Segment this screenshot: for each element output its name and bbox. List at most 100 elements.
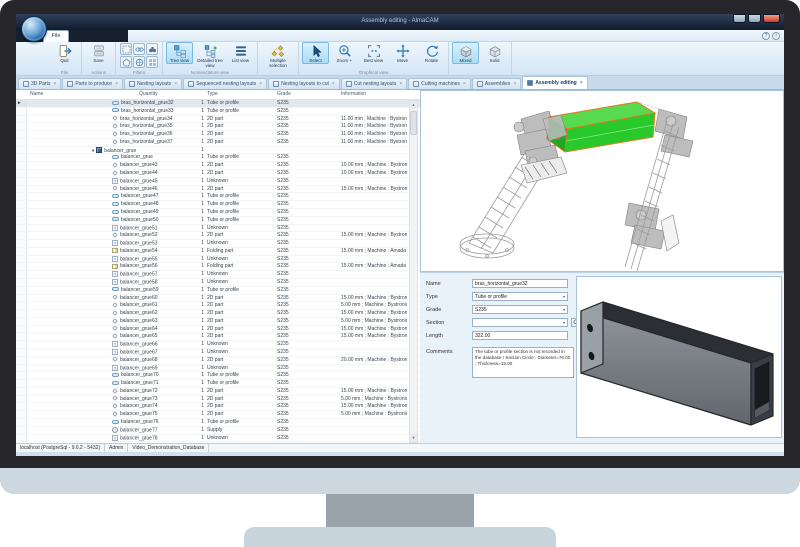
row-header-cell[interactable]	[16, 326, 27, 333]
table-row[interactable]: balancer_grue771SupplyS235	[16, 427, 420, 435]
table-row[interactable]: balancer_grue4612D partS23515.00 mm ; Ma…	[16, 186, 420, 194]
row-header-cell[interactable]	[16, 419, 27, 426]
row-header-cell[interactable]	[16, 380, 27, 387]
table-row[interactable]: balancer_grue6212D partS23515.00 mm ; Ma…	[16, 310, 420, 318]
name-field[interactable]	[472, 279, 568, 288]
table-row[interactable]: balancer_grue541Folding partS23515.00 mm…	[16, 248, 420, 256]
tab-close-icon[interactable]: ×	[332, 81, 335, 87]
table-row[interactable]: balancer_grue4312D partS23510.00 mm ; Ma…	[16, 162, 420, 170]
rotate-button[interactable]: Rotate	[418, 42, 445, 64]
row-header-cell[interactable]	[16, 271, 27, 278]
mixed-render-button[interactable]: Mixed	[452, 42, 479, 64]
row-header-cell[interactable]	[16, 349, 27, 356]
table-row[interactable]: balancer_grue761Tube or profileS235	[16, 419, 420, 427]
scroll-up-icon[interactable]: ▲	[410, 101, 417, 109]
row-header-cell[interactable]	[16, 131, 27, 138]
row-header-cell[interactable]	[16, 240, 27, 247]
maximize-button[interactable]	[748, 14, 761, 23]
part-3d-preview[interactable]	[576, 276, 782, 438]
row-header-cell[interactable]	[16, 193, 27, 200]
row-header-cell[interactable]	[16, 396, 27, 403]
list-view-button[interactable]: List view	[227, 42, 254, 64]
table-row[interactable]: ?balancer_grue691UnknownS235	[16, 365, 420, 373]
grade-select[interactable]: S235 ▾	[472, 305, 568, 314]
table-row[interactable]: ?balancer_grue571UnknownS235	[16, 271, 420, 279]
row-header-cell[interactable]	[16, 209, 27, 216]
column-header-quantity[interactable]: Quantity	[139, 91, 158, 97]
tab-close-icon[interactable]: ×	[53, 81, 56, 87]
tab-close-icon[interactable]: ×	[580, 80, 583, 86]
close-button[interactable]	[763, 14, 780, 23]
row-header-cell[interactable]	[16, 310, 27, 317]
row-header-cell[interactable]	[16, 365, 27, 372]
info-icon[interactable]: i	[772, 32, 780, 40]
row-header-cell[interactable]	[16, 302, 27, 309]
solid-render-button[interactable]: Solid	[481, 42, 508, 64]
best-view-button[interactable]: Best view	[360, 42, 387, 64]
table-row[interactable]: ?balancer_grue661UnknownS235	[16, 341, 420, 349]
row-header-cell[interactable]	[16, 333, 27, 340]
table-row[interactable]: balancer_grue491Tube or profileS235	[16, 209, 420, 217]
row-header-cell[interactable]	[16, 154, 27, 161]
table-row[interactable]: ?balancer_grue781UnknownS235	[16, 435, 420, 443]
table-row[interactable]: balancer_grue481Tube or profileS235	[16, 201, 420, 209]
dashed-selection-filter-icon[interactable]	[120, 43, 132, 55]
row-header-cell[interactable]: ▸	[16, 100, 27, 107]
row-header-cell[interactable]	[16, 186, 27, 193]
tab-nesting-layouts-to-cut[interactable]: Nesting layouts to cut×	[268, 78, 340, 89]
tab-3d-parts[interactable]: 3D Parts×	[18, 78, 61, 89]
binoculars-filter-icon[interactable]	[146, 43, 158, 55]
type-select[interactable]: Tube or profile ▾	[472, 292, 568, 301]
table-row[interactable]: ?balancer_grue671UnknownS235	[16, 349, 420, 357]
row-header-cell[interactable]	[16, 411, 27, 418]
table-row[interactable]: balancer_grue6112D partS2355.00 mm ; Mac…	[16, 302, 420, 310]
row-header-cell[interactable]	[16, 263, 27, 270]
table-row[interactable]: balancer_grue1Tube or profileS235	[16, 154, 420, 162]
column-header-type[interactable]: Type	[207, 91, 218, 97]
tab-close-icon[interactable]: ×	[399, 81, 402, 87]
tab-sequenced-nesting-layouts[interactable]: Sequenced nesting layouts×	[183, 78, 267, 89]
tab-close-icon[interactable]: ×	[259, 81, 262, 87]
tab-close-icon[interactable]: ×	[174, 81, 177, 87]
section-select[interactable]: ▾	[472, 318, 568, 327]
row-header-cell[interactable]	[16, 341, 27, 348]
row-header-cell[interactable]	[16, 178, 27, 185]
table-row[interactable]: balancer_grue6012D partS23515.00 mm ; Ma…	[16, 295, 420, 303]
tree-view-button[interactable]: Tree view	[166, 42, 193, 64]
table-row[interactable]: balancer_grue701Tube or profileS235	[16, 372, 420, 380]
row-header-cell[interactable]	[16, 318, 27, 325]
table-row[interactable]: balancer_grue5212D partS23515.00 mm ; Ma…	[16, 232, 420, 240]
almacam-orb-logo[interactable]	[21, 16, 47, 42]
table-row[interactable]: balancer_grue4412D partS23510.00 mm ; Ma…	[16, 170, 420, 178]
table-row[interactable]: balancer_grue6512D partS23515.00 mm ; Ma…	[16, 333, 420, 341]
row-header-cell[interactable]	[16, 403, 27, 410]
row-header-cell[interactable]	[16, 123, 27, 130]
row-header-cell[interactable]	[16, 256, 27, 263]
table-row[interactable]: ?balancer_grue511UnknownS235	[16, 225, 420, 233]
table-row[interactable]: balancer_grue6412D partS23515.00 mm ; Ma…	[16, 326, 420, 334]
tab-assembly-editing[interactable]: Assembly editing×	[522, 76, 587, 89]
table-vertical-scrollbar[interactable]: ▲ ▼	[409, 100, 418, 443]
table-row[interactable]: balancer_grue6312D partS2355.00 mm ; Mac…	[16, 318, 420, 326]
row-header-cell[interactable]	[16, 225, 27, 232]
column-header-information[interactable]: Information	[341, 91, 366, 97]
help-icon[interactable]: ?	[762, 32, 770, 40]
table-row[interactable]: ?balancer_grue581UnknownS235	[16, 279, 420, 287]
assembly-3d-view[interactable]	[420, 90, 784, 272]
table-row[interactable]: balancer_grue711Tube or profileS235	[16, 380, 420, 388]
move-button[interactable]: Move	[389, 42, 416, 64]
tab-close-icon[interactable]: ×	[513, 81, 516, 87]
tab-parts-to-produce[interactable]: Parts to produce×	[62, 78, 123, 89]
row-header-cell[interactable]	[16, 108, 27, 115]
expander-icon[interactable]: ▾	[92, 148, 94, 153]
column-header-grade[interactable]: Grade	[277, 91, 291, 97]
row-header-cell[interactable]	[16, 147, 27, 154]
table-row[interactable]: bras_horizontal_grue3612D partS23511.00 …	[16, 131, 420, 139]
tab-cut-nesting-layouts[interactable]: Cut nesting layouts×	[341, 78, 407, 89]
table-row[interactable]: ▸bras_horizontal_grue321Tube or profileS…	[16, 100, 420, 108]
tab-cutting-machines[interactable]: Cutting machines×	[408, 78, 471, 89]
row-header-cell[interactable]	[16, 295, 27, 302]
globe-filter-icon[interactable]	[133, 56, 145, 68]
table-row[interactable]: balancer_grue6812D partS23520.00 mm ; Ma…	[16, 357, 420, 365]
table-row[interactable]: ?balancer_grue531UnknownS235	[16, 240, 420, 248]
